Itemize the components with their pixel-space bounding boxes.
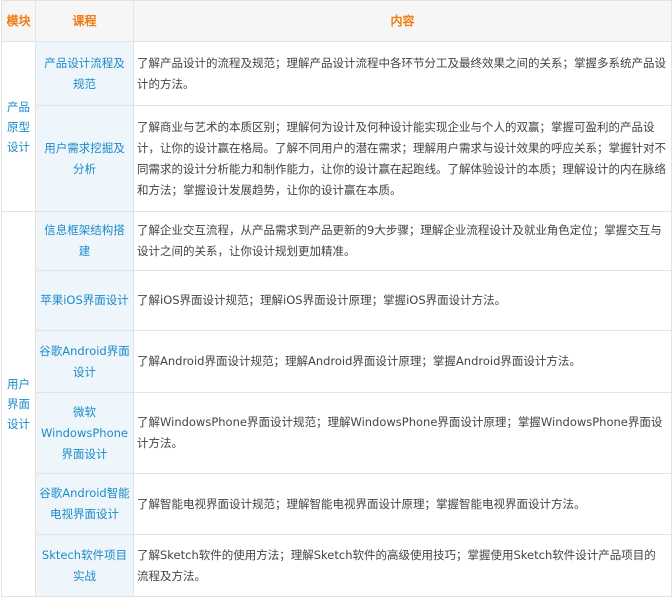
header-module: 模块	[1, 0, 36, 42]
table-row: 谷歌Android界面设计 了解Android界面设计规范；理解Android界…	[2, 330, 672, 393]
course-cell: 产品设计流程及规范	[35, 41, 134, 106]
course-cell: 谷歌Android智能电视界面设计	[35, 473, 134, 535]
content-text: 了解Android界面设计规范；理解Android界面设计原理；掌握Androi…	[137, 354, 581, 368]
table-row: Sktech软件项目实战 了解Sketch软件的使用方法；理解Sketch软件的…	[2, 534, 672, 597]
module-cell: 用户界面设计	[1, 211, 36, 597]
content-text: 了解商业与艺术的本质区别；理解何为设计及何种设计能实现企业与个人的双赢；掌握可盈…	[137, 119, 666, 197]
module-cell: 产品原型设计	[1, 41, 36, 212]
header-row: 模块 课程 内容	[1, 0, 672, 42]
content-cell: 了解商业与艺术的本质区别；理解何为设计及何种设计能实现企业与个人的双赢；掌握可盈…	[133, 105, 672, 212]
content-cell: 了解WindowsPhone界面设计规范；理解WindowsPhone界面设计原…	[133, 392, 672, 474]
content-cell: 了解产品设计的流程及规范；理解产品设计流程中各环节分工及最终效果之间的关系；掌握…	[133, 41, 672, 106]
course-cell: Sktech软件项目实战	[35, 534, 134, 597]
header-course: 课程	[35, 0, 134, 42]
content-cell: 了解Android界面设计规范；理解Android界面设计原理；掌握Androi…	[133, 330, 672, 393]
course-cell: 谷歌Android界面设计	[35, 330, 134, 393]
content-text: 了解iOS界面设计规范；理解iOS界面设计原理；掌握iOS界面设计方法。	[137, 293, 507, 307]
content-text: 了解企业交互流程，从产品需求到产品更新的9大步骤；理解企业流程设计及就业角色定位…	[137, 223, 662, 258]
content-cell: 了解iOS界面设计规范；理解iOS界面设计原理；掌握iOS界面设计方法。	[133, 270, 672, 331]
content-text: 了解产品设计的流程及规范；理解产品设计流程中各环节分工及最终效果之间的关系；掌握…	[137, 55, 666, 91]
content-cell: 了解Sketch软件的使用方法；理解Sketch软件的高级使用技巧；掌握使用Sk…	[133, 534, 672, 597]
table-row: 产品原型设计 产品设计流程及规范 了解产品设计的流程及规范；理解产品设计流程中各…	[1, 41, 672, 212]
course-cell: 用户需求挖掘及分析	[35, 105, 134, 212]
content-cell: 了解企业交互流程，从产品需求到产品更新的9大步骤；理解企业流程设计及就业角色定位…	[133, 211, 672, 271]
course-cell: 苹果iOS界面设计	[35, 270, 134, 331]
table-row: 用户界面设计 信息框架结构搭建 了解企业交互流程，从产品需求到产品更新的9大步骤…	[1, 211, 672, 597]
curriculum-table: 模块 课程 内容 产品原型设计 产品设计流程及规范 了解产品设计的流程及规范；理…	[1, 0, 672, 597]
course-cell: 信息框架结构搭建	[35, 211, 134, 271]
table-row: 用户需求挖掘及分析 了解商业与艺术的本质区别；理解何为设计及何种设计能实现企业与…	[2, 105, 672, 212]
content-text: 了解智能电视界面设计规范；理解智能电视界面设计原理；掌握智能电视界面设计方法。	[137, 496, 586, 511]
table-row: 谷歌Android智能电视界面设计 了解智能电视界面设计规范；理解智能电视界面设…	[2, 473, 672, 535]
header-content: 内容	[133, 0, 672, 42]
content-text: 了解Sketch软件的使用方法；理解Sketch软件的高级使用技巧；掌握使用Sk…	[137, 547, 656, 583]
content-text: 了解WindowsPhone界面设计规范；理解WindowsPhone界面设计原…	[137, 415, 663, 450]
table-row: 微软WindowsPhone界面设计 了解WindowsPhone界面设计规范；…	[2, 392, 672, 474]
content-cell: 了解智能电视界面设计规范；理解智能电视界面设计原理；掌握智能电视界面设计方法。	[133, 473, 672, 535]
course-cell: 微软WindowsPhone界面设计	[35, 392, 134, 474]
table-row: 苹果iOS界面设计 了解iOS界面设计规范；理解iOS界面设计原理；掌握iOS界…	[2, 270, 672, 331]
